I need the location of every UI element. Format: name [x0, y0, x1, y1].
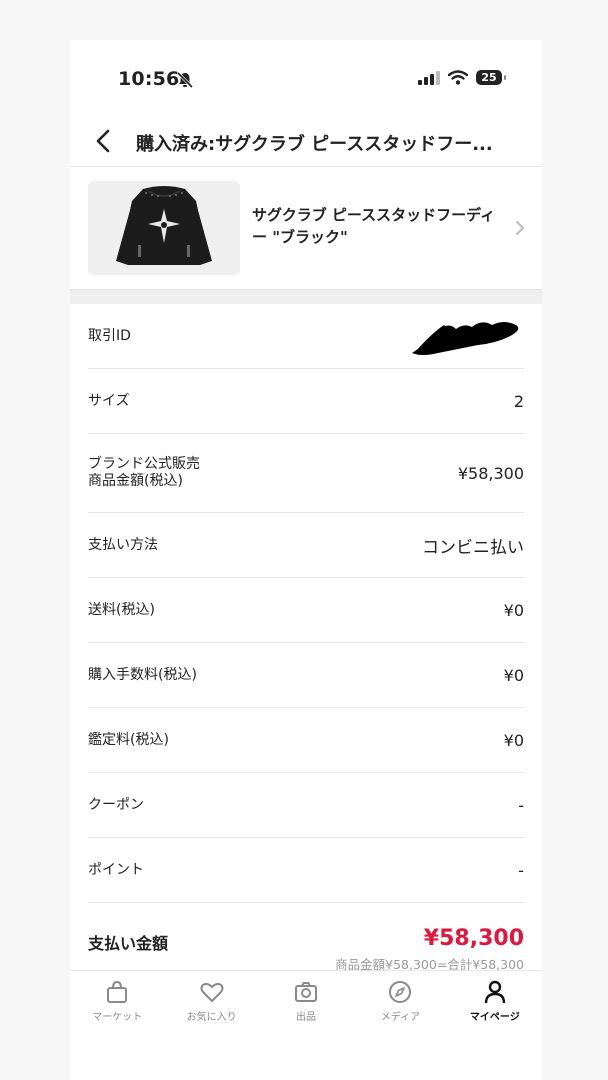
person-icon [484, 980, 506, 1004]
detail-label: 取引ID [88, 327, 131, 344]
status-time: 10:56 [118, 68, 180, 90]
payment-total: 支払い金額 ¥58,300 商品金額¥58,300=合計¥58,300 [88, 920, 524, 972]
signal-icon [418, 70, 440, 85]
detail-row-purchase-fee: 購入手数料(税込) ¥0 [88, 643, 524, 708]
tab-label: お気に入り [186, 1012, 237, 1023]
bottom-tab-bar: マーケット お気に入り 出品 メディア マイページ [70, 970, 542, 1031]
detail-label: 支払い方法 [88, 536, 158, 553]
detail-label: ポイント [88, 861, 144, 878]
detail-row-payment-method: 支払い方法 コンビニ払い [88, 513, 524, 578]
tab-label: マイページ [469, 1012, 520, 1023]
camera-icon [295, 982, 318, 1002]
detail-value: ¥58,300 [457, 463, 524, 483]
detail-value: ¥0 [503, 600, 524, 620]
detail-value: - [518, 860, 524, 880]
detail-label: ブランド公式販売 商品金額(税込) [88, 456, 200, 489]
product-thumbnail [88, 181, 240, 275]
bag-icon [107, 980, 128, 1003]
detail-label: 購入手数料(税込) [88, 666, 197, 683]
detail-label: 送料(税込) [88, 601, 155, 618]
detail-value: ¥0 [503, 665, 524, 685]
tab-favorites[interactable]: お気に入り [164, 971, 258, 1031]
tab-label: メディア [380, 1012, 421, 1023]
silent-bell-icon [176, 71, 194, 89]
detail-row-transaction-id: 取引ID [88, 304, 524, 369]
product-name: サグクラブ ピーススタッドフーディー "ブラック" [252, 206, 496, 246]
detail-value: ¥0 [503, 730, 524, 750]
tab-media[interactable]: メディア [353, 971, 447, 1031]
status-bar: 10:56 25 [70, 66, 542, 98]
detail-row-coupon: クーポン - [88, 773, 524, 838]
redacted-transaction-id [412, 322, 519, 355]
detail-row-points: ポイント - [88, 838, 524, 903]
back-arrow-icon[interactable] [92, 128, 116, 154]
tab-market[interactable]: マーケット [70, 971, 164, 1031]
section-divider [70, 289, 542, 304]
wifi-icon [448, 70, 468, 85]
detail-row-official-price: ブランド公式販売 商品金額(税込) ¥58,300 [88, 434, 524, 513]
tab-sell[interactable]: 出品 [259, 971, 353, 1031]
tab-label: 出品 [296, 1012, 317, 1023]
order-details: 取引ID サイズ 2 ブランド公式販売 商品金額(税込) ¥58,300 支払い… [88, 304, 524, 903]
detail-row-shipping: 送料(税込) ¥0 [88, 578, 524, 643]
product-card[interactable]: サグクラブ ピーススタッドフーディー "ブラック" [70, 167, 542, 289]
compass-icon [389, 981, 412, 1003]
tab-label: マーケット [92, 1012, 143, 1023]
heart-icon [200, 982, 224, 1002]
navigation-header: 購入済み:サグクラブ ピーススタッドフー... [70, 118, 542, 167]
detail-label: サイズ [88, 392, 130, 409]
tab-mypage[interactable]: マイページ [448, 971, 542, 1031]
detail-label: クーポン [88, 796, 144, 813]
detail-value: - [518, 795, 524, 815]
detail-value: 2 [513, 391, 524, 411]
detail-value: コンビニ払い [422, 537, 524, 558]
detail-row-size: サイズ 2 [88, 369, 524, 434]
chevron-right-icon [516, 221, 525, 235]
battery-indicator: 25 [476, 70, 506, 85]
total-label: 支払い金額 [88, 934, 169, 953]
page-title: 購入済み:サグクラブ ピーススタッドフー... [136, 134, 493, 155]
app-screen: 10:56 25 購入済み:サグクラブ ピーススタッドフー... サグクラブ ピ… [70, 40, 542, 1080]
total-amount: ¥58,300 [423, 926, 524, 951]
detail-label: 鑑定料(税込) [88, 731, 169, 748]
detail-row-authentication-fee: 鑑定料(税込) ¥0 [88, 708, 524, 773]
